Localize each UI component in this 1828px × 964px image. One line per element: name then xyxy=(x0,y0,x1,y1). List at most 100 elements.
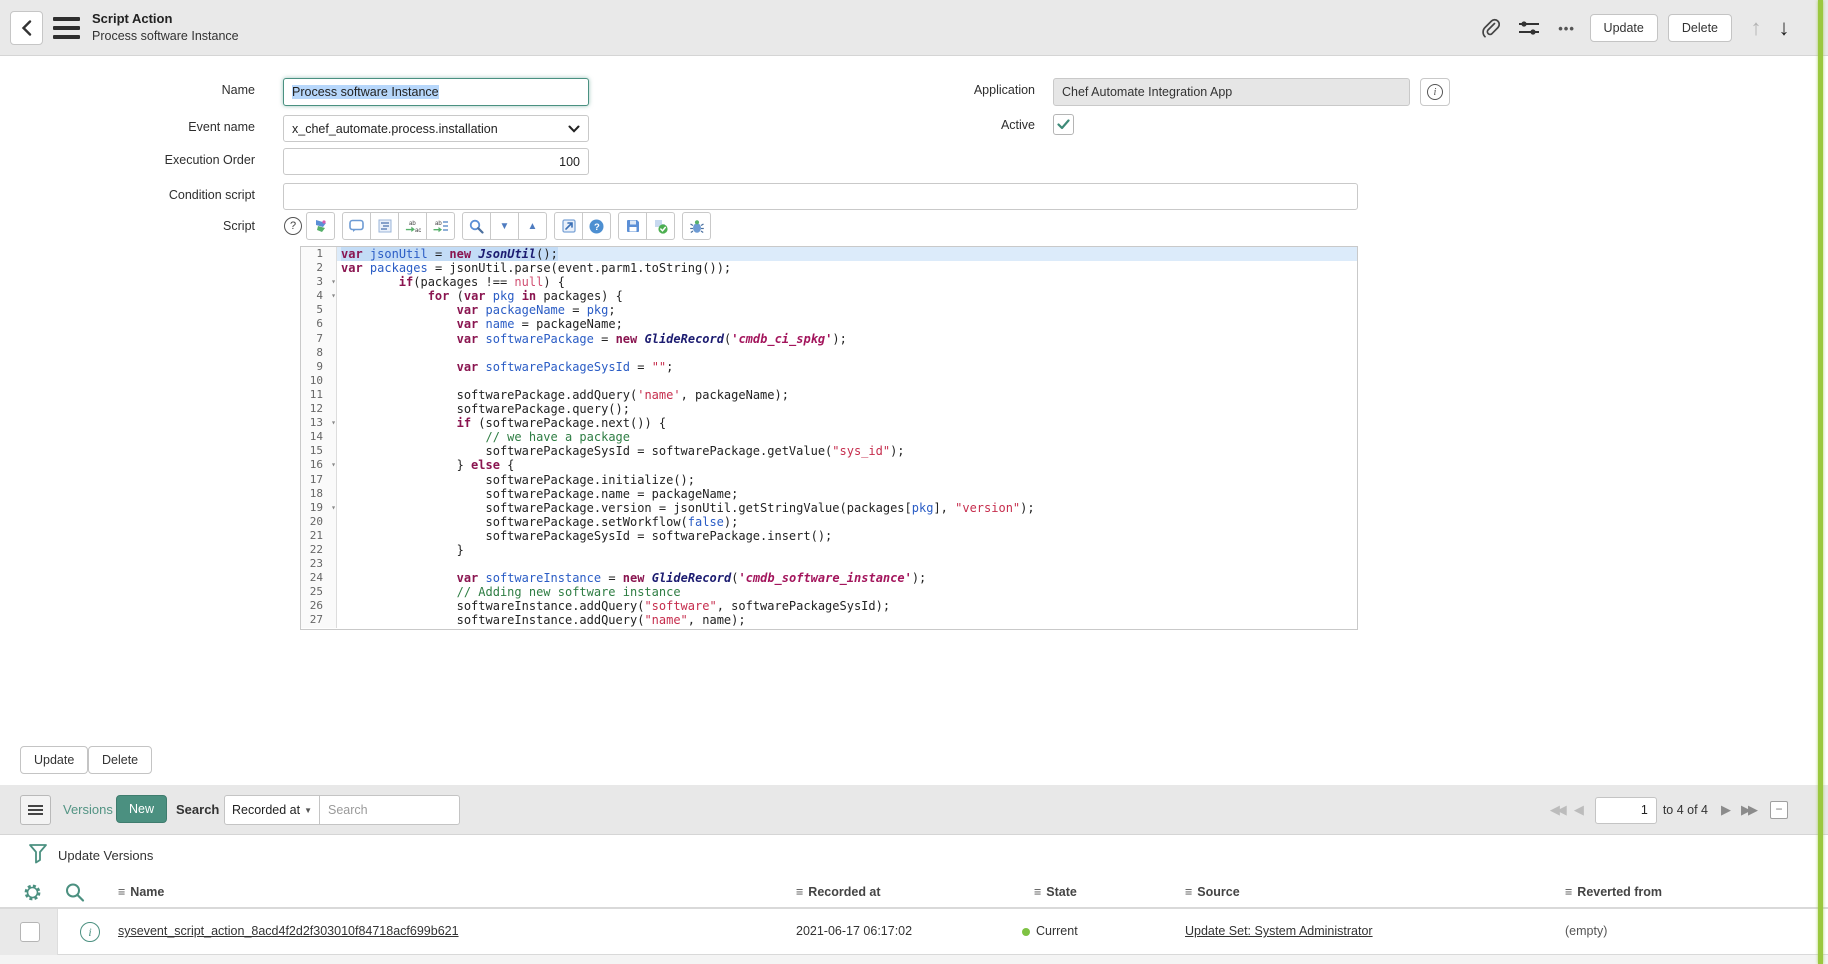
first-page-icon[interactable]: ◀◀ xyxy=(1545,802,1569,818)
syntax-check-button[interactable] xyxy=(646,212,675,240)
application-info-button[interactable]: i xyxy=(1420,78,1450,106)
code-line-text[interactable]: // Adding new software instance xyxy=(337,585,1357,599)
code-line-text[interactable]: // we have a package xyxy=(337,430,1357,444)
column-header-reverted-from[interactable]: ≡Reverted from xyxy=(1565,885,1662,899)
code-fold-icon[interactable]: ▾ xyxy=(331,275,336,289)
code-line-text[interactable]: var softwarePackage = new GlideRecord('c… xyxy=(337,332,1357,346)
code-line-text[interactable]: softwarePackage.initialize(); xyxy=(337,473,1357,487)
code-line[interactable]: 7 var softwarePackage = new GlideRecord(… xyxy=(301,332,1357,346)
find-previous-button[interactable]: ▲ xyxy=(518,212,547,240)
code-line-text[interactable]: softwareInstance.addQuery("software", so… xyxy=(337,599,1357,613)
code-line-text[interactable]: softwarePackage.addQuery('name', package… xyxy=(337,388,1357,402)
code-line-text[interactable]: softwarePackage.name = packageName; xyxy=(337,487,1357,501)
toggle-syntax-editor-button[interactable] xyxy=(306,212,335,240)
versions-search-input[interactable] xyxy=(320,795,460,825)
condition-script-input[interactable] xyxy=(283,183,1358,210)
column-header-state[interactable]: ≡State xyxy=(1034,885,1077,899)
code-line[interactable]: 4▾ for (var pkg in packages) { xyxy=(301,289,1357,303)
delete-button-footer[interactable]: Delete xyxy=(88,746,152,774)
code-line[interactable]: 9 var softwarePackageSysId = ""; xyxy=(301,360,1357,374)
code-line[interactable]: 16▾ } else { xyxy=(301,458,1357,472)
back-button[interactable] xyxy=(10,11,43,45)
active-checkbox[interactable] xyxy=(1053,114,1074,135)
attachment-button[interactable] xyxy=(1476,13,1506,43)
replace-all-button[interactable]: ab xyxy=(426,212,455,240)
code-line[interactable]: 18 softwarePackage.name = packageName; xyxy=(301,487,1357,501)
code-line[interactable]: 27 softwareInstance.addQuery("name", nam… xyxy=(301,613,1357,627)
script-debugger-button[interactable] xyxy=(682,212,711,240)
replace-button[interactable]: ab ac xyxy=(398,212,427,240)
list-context-menu-button[interactable] xyxy=(20,795,51,825)
find-next-button[interactable]: ▼ xyxy=(490,212,519,240)
code-line[interactable]: 22 } xyxy=(301,543,1357,557)
api-help-button[interactable]: ? xyxy=(582,212,611,240)
code-line[interactable]: 19▾ softwarePackage.version = jsonUtil.g… xyxy=(301,501,1357,515)
code-line-text[interactable]: var packageName = pkg; xyxy=(337,303,1357,317)
previous-page-icon[interactable]: ◀ xyxy=(1569,802,1589,818)
code-line[interactable]: 3▾ if(packages !== null) { xyxy=(301,275,1357,289)
search-column-select[interactable]: Recorded at ▼ xyxy=(224,795,320,825)
column-header-recorded-at[interactable]: ≡Recorded at xyxy=(796,885,881,899)
event-name-select[interactable]: x_chef_automate.process.installation xyxy=(283,115,589,142)
code-line[interactable]: 1var jsonUtil = new JsonUtil(); xyxy=(301,247,1357,261)
column-header-name[interactable]: ≡Name xyxy=(118,885,164,899)
code-line-text[interactable]: for (var pkg in packages) { xyxy=(337,289,1357,303)
previous-record-icon[interactable]: ↑ xyxy=(1742,15,1770,41)
code-line[interactable]: 10 xyxy=(301,374,1357,388)
search-script-button[interactable] xyxy=(462,212,491,240)
version-name-link[interactable]: sysevent_script_action_8acd4f2d2f303010f… xyxy=(118,924,459,938)
row-preview-info-icon[interactable]: i xyxy=(80,922,100,942)
code-line-text[interactable] xyxy=(337,346,1357,360)
code-line-text[interactable]: softwarePackage.setWorkflow(false); xyxy=(337,515,1357,529)
code-line[interactable]: 13▾ if (softwarePackage.next()) { xyxy=(301,416,1357,430)
list-search-button[interactable] xyxy=(64,882,85,903)
code-line[interactable]: 12 softwarePackage.query(); xyxy=(301,402,1357,416)
code-line-text[interactable]: softwareInstance.addQuery("name", name); xyxy=(337,613,1357,627)
name-input[interactable]: Process software Instance xyxy=(283,78,589,106)
code-line-text[interactable]: if(packages !== null) { xyxy=(337,275,1357,289)
format-code-button[interactable] xyxy=(370,212,399,240)
code-fold-icon[interactable]: ▾ xyxy=(331,458,336,472)
list-filter-button[interactable] xyxy=(28,843,48,865)
row-checkbox[interactable] xyxy=(20,922,40,942)
code-line-text[interactable]: var name = packageName; xyxy=(337,317,1357,331)
code-line[interactable]: 24 var softwareInstance = new GlideRecor… xyxy=(301,571,1357,585)
code-line[interactable]: 17 softwarePackage.initialize(); xyxy=(301,473,1357,487)
update-button-header[interactable]: Update xyxy=(1590,14,1658,42)
script-help-icon[interactable]: ? xyxy=(284,217,302,235)
code-line-text[interactable] xyxy=(337,557,1357,571)
code-line[interactable]: 25 // Adding new software instance xyxy=(301,585,1357,599)
code-line-text[interactable]: softwarePackage.query(); xyxy=(337,402,1357,416)
delete-button-header[interactable]: Delete xyxy=(1668,14,1732,42)
code-line-text[interactable]: softwarePackage.version = jsonUtil.getSt… xyxy=(337,501,1357,515)
code-line-text[interactable]: var softwarePackageSysId = ""; xyxy=(337,360,1357,374)
more-options-button[interactable]: ••• xyxy=(1552,13,1582,43)
collapse-list-button[interactable]: − xyxy=(1770,801,1788,819)
code-line[interactable]: 5 var packageName = pkg; xyxy=(301,303,1357,317)
code-line[interactable]: 21 softwarePackageSysId = softwarePackag… xyxy=(301,529,1357,543)
list-personalize-button[interactable] xyxy=(22,882,43,903)
personalize-form-button[interactable] xyxy=(1514,13,1544,43)
code-line[interactable]: 14 // we have a package xyxy=(301,430,1357,444)
code-line[interactable]: 11 softwarePackage.addQuery('name', pack… xyxy=(301,388,1357,402)
code-line-text[interactable]: softwarePackageSysId = softwarePackage.i… xyxy=(337,529,1357,543)
code-line-text[interactable]: var softwareInstance = new GlideRecord('… xyxy=(337,571,1357,585)
code-line[interactable]: 2var packages = jsonUtil.parse(event.par… xyxy=(301,261,1357,275)
code-line[interactable]: 23 xyxy=(301,557,1357,571)
code-line[interactable]: 8 xyxy=(301,346,1357,360)
code-fold-icon[interactable]: ▾ xyxy=(331,416,336,430)
code-line-text[interactable]: } else { xyxy=(337,458,1357,472)
code-line-text[interactable]: var jsonUtil = new JsonUtil(); xyxy=(337,247,1357,261)
update-button-footer[interactable]: Update xyxy=(20,746,88,774)
context-menu-icon[interactable] xyxy=(53,17,80,39)
last-page-icon[interactable]: ▶▶ xyxy=(1736,802,1760,818)
toggle-comment-button[interactable] xyxy=(342,212,371,240)
next-record-icon[interactable]: ↓ xyxy=(1770,15,1798,41)
next-page-icon[interactable]: ▶ xyxy=(1716,802,1736,818)
execution-order-input[interactable] xyxy=(283,148,589,175)
code-line[interactable]: 20 softwarePackage.setWorkflow(false); xyxy=(301,515,1357,529)
save-script-button[interactable] xyxy=(618,212,647,240)
code-editor[interactable]: 1var jsonUtil = new JsonUtil();2var pack… xyxy=(300,246,1358,630)
versions-list-title[interactable]: Versions xyxy=(63,802,113,817)
code-fold-icon[interactable]: ▾ xyxy=(331,501,336,515)
